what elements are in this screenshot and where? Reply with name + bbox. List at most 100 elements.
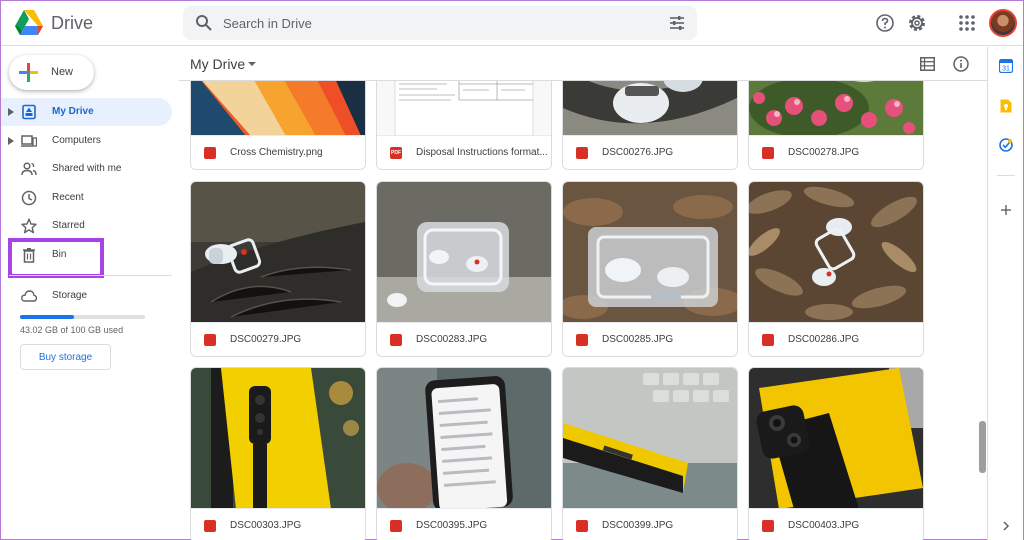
sidebar-item-label: Shared with me	[52, 163, 122, 174]
image-file-icon	[576, 520, 588, 532]
sidebar-item-label: My Drive	[52, 106, 94, 117]
title-dropdown-icon[interactable]	[248, 62, 256, 66]
file-name: DSC00276.JPG	[602, 147, 674, 158]
apps-grid-icon[interactable]	[957, 13, 977, 33]
expand-caret-icon[interactable]	[8, 108, 14, 116]
search-input[interactable]: Search in Drive	[223, 16, 312, 31]
tasks-icon[interactable]	[999, 138, 1013, 152]
sidebar-item-label: Computers	[52, 135, 101, 146]
sidebar-item-starred[interactable]: Starred	[1, 212, 172, 240]
storage-usage-text: 43.02 GB of 100 GB used	[20, 325, 124, 335]
file-name: DSC00278.JPG	[788, 147, 860, 158]
file-card[interactable]: DSC00395.JPG	[376, 367, 552, 540]
image-file-icon	[204, 147, 216, 159]
file-name: DSC00399.JPG	[602, 520, 674, 531]
sidebar-item-my-drive[interactable]: My Drive	[1, 98, 172, 126]
app-title[interactable]: Drive	[51, 13, 93, 34]
file-card[interactable]: DSC00303.JPG	[190, 367, 366, 540]
bin-highlight-annotation	[8, 238, 104, 278]
file-card[interactable]: DSC00279.JPG	[190, 181, 366, 357]
chevron-right-icon[interactable]	[999, 519, 1013, 533]
image-file-icon	[576, 334, 588, 346]
expand-caret-icon[interactable]	[8, 137, 14, 145]
new-button-label: New	[51, 66, 74, 78]
file-thumbnail	[377, 182, 551, 323]
settings-gear-icon[interactable]	[907, 13, 927, 33]
cloud-icon	[21, 290, 37, 302]
file-card-footer: Cross Chemistry.png	[191, 135, 365, 169]
sidebar-item-shared-with-me[interactable]: Shared with me	[1, 155, 172, 183]
file-card-footer: DSC00403.JPG	[749, 508, 923, 540]
storage-usage-fill	[20, 315, 74, 319]
sidebar-item-label: Starred	[52, 220, 85, 231]
sidebar-item-label: Storage	[52, 290, 88, 301]
file-name: DSC00285.JPG	[602, 334, 674, 345]
search-bar[interactable]: Search in Drive	[183, 6, 697, 40]
side-panel: 31	[987, 47, 1023, 540]
calendar-icon[interactable]: 31	[999, 59, 1013, 73]
main-header: My Drive	[179, 47, 987, 81]
file-card[interactable]: DSC00286.JPG	[748, 181, 924, 357]
file-thumbnail	[377, 368, 551, 509]
file-card-footer: PDF Disposal Instructions format...	[377, 135, 551, 169]
file-name: Cross Chemistry.png	[230, 147, 323, 158]
file-card[interactable]: DSC00403.JPG	[748, 367, 924, 540]
image-file-icon	[762, 334, 774, 346]
image-file-icon	[390, 520, 402, 532]
file-name: DSC00403.JPG	[788, 520, 860, 531]
search-icon[interactable]	[195, 14, 213, 32]
file-card-footer: DSC00399.JPG	[563, 508, 737, 540]
file-name: DSC00283.JPG	[416, 334, 488, 345]
side-panel-divider	[997, 175, 1015, 176]
keep-notes-icon[interactable]	[999, 99, 1013, 113]
plus-icon	[19, 63, 38, 82]
new-button[interactable]: New	[9, 55, 94, 90]
file-card-footer: DSC00285.JPG	[563, 322, 737, 356]
image-file-icon	[390, 334, 402, 346]
file-card-footer: DSC00283.JPG	[377, 322, 551, 356]
file-name: DSC00303.JPG	[230, 520, 302, 531]
list-view-icon[interactable]	[920, 57, 935, 71]
account-avatar[interactable]	[989, 9, 1017, 37]
buy-storage-button[interactable]: Buy storage	[20, 344, 111, 370]
file-thumbnail	[563, 182, 737, 323]
image-file-icon	[762, 520, 774, 532]
file-card[interactable]: DSC00283.JPG	[376, 181, 552, 357]
sidebar-item-storage[interactable]: Storage	[1, 282, 172, 310]
file-card-footer: DSC00395.JPG	[377, 508, 551, 540]
main-content: My Drive Cross Chemistry.png PDF Disposa…	[179, 47, 987, 540]
sidebar: New My Drive Computers Shared with me Re…	[1, 47, 179, 540]
my-drive-icon	[22, 104, 36, 120]
people-icon	[21, 162, 37, 176]
image-file-icon	[762, 147, 774, 159]
sidebar-item-label: Recent	[52, 192, 84, 203]
file-thumbnail	[749, 368, 923, 509]
file-thumbnail	[191, 182, 365, 323]
main-scrollbar[interactable]	[979, 421, 986, 473]
file-card-footer: DSC00303.JPG	[191, 508, 365, 540]
search-options-icon[interactable]	[669, 15, 685, 31]
pdf-file-icon: PDF	[390, 147, 402, 159]
file-thumbnail	[563, 368, 737, 509]
file-card[interactable]: DSC00399.JPG	[562, 367, 738, 540]
file-name: DSC00286.JPG	[788, 334, 860, 345]
clock-icon	[21, 190, 37, 206]
file-thumbnail	[749, 182, 923, 323]
help-icon[interactable]	[875, 13, 895, 33]
sidebar-item-recent[interactable]: Recent	[1, 184, 172, 212]
info-icon[interactable]	[953, 56, 969, 72]
sidebar-item-computers[interactable]: Computers	[1, 127, 172, 155]
computers-icon	[21, 135, 37, 147]
svg-text:31: 31	[1002, 66, 1010, 73]
file-card[interactable]: DSC00285.JPG	[562, 181, 738, 357]
storage-usage-bar	[20, 315, 145, 319]
image-file-icon	[204, 520, 216, 532]
image-file-icon	[576, 147, 588, 159]
add-addon-icon[interactable]	[999, 203, 1013, 217]
page-title[interactable]: My Drive	[190, 56, 245, 72]
star-icon	[21, 218, 37, 234]
file-name: Disposal Instructions format...	[416, 147, 548, 158]
top-bar: Drive Search in Drive	[1, 1, 1023, 46]
file-card-footer: DSC00286.JPG	[749, 322, 923, 356]
google-drive-logo-icon[interactable]	[15, 10, 43, 35]
